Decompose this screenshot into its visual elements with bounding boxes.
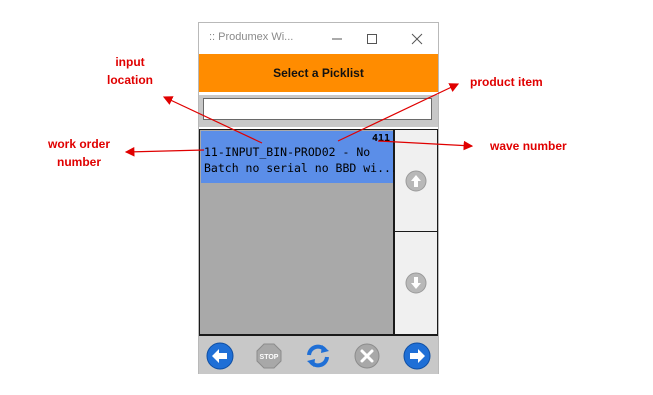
arrow-work-order-number xyxy=(124,146,205,157)
arrow-product-item xyxy=(337,83,460,142)
arrow-input-location xyxy=(162,96,263,144)
annotation-arrows xyxy=(124,83,474,157)
arrow-wave-number xyxy=(377,140,474,151)
